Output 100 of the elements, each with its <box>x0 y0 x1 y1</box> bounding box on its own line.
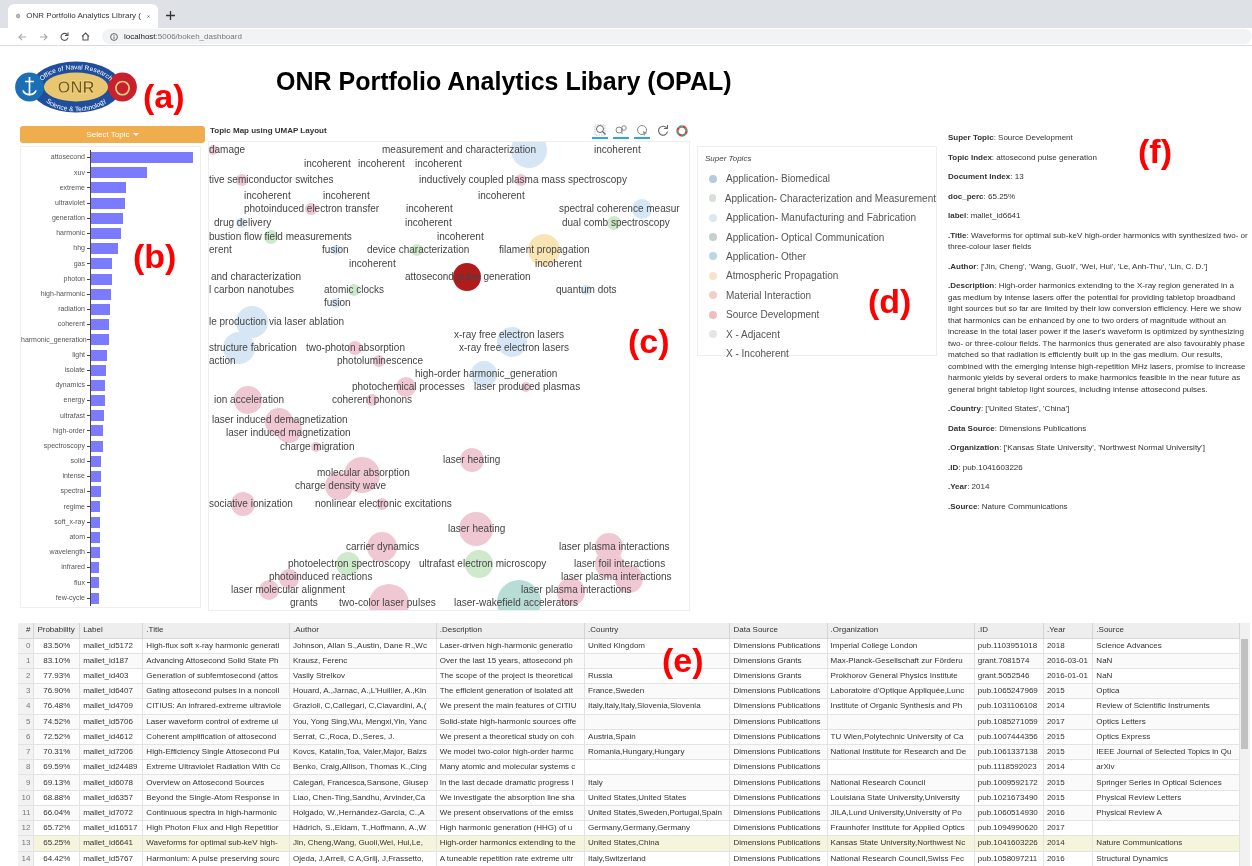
table-cell: National Research Council <box>827 774 975 791</box>
chart-bar <box>91 212 123 224</box>
caret-icon <box>132 133 139 136</box>
home-icon[interactable] <box>81 32 90 41</box>
address-bar[interactable]: localhost:5006/bokeh_dashboard <box>102 29 1252 44</box>
table-cell: Italy <box>584 774 730 791</box>
map-label: incoherent <box>478 190 525 202</box>
table-cell: Calegari, Francesca,Sansone, Giusep <box>289 774 437 791</box>
column-header[interactable]: .Title <box>142 623 290 638</box>
table-cell: TU Wien,Polytechnic University of Ca <box>827 729 975 745</box>
table-cell: NaN <box>1092 653 1240 669</box>
table-cell: Over the last 15 years, attosecond ph <box>436 653 585 669</box>
table-cell: We present a theoretical study on coh <box>436 729 585 745</box>
table-cell: Dimensions Publications <box>729 683 828 699</box>
legend-label: Application- Other <box>726 249 807 264</box>
tap-icon[interactable] <box>634 123 650 139</box>
table-cell: Science Advances <box>1092 638 1240 654</box>
map-label: incoherent <box>406 203 453 215</box>
new-tab-icon[interactable] <box>166 11 175 20</box>
detail-field: .Description: High-order harmonics extending to the X-ray region generated in a gas medium by intense lasers offer the potential for providing tabletop broadband light sources but so far are limited by their low conversion efficiency. Here we show that harmonics can be enhanced by one to two orders of magnitude without an increase in the total laser power if the laser's waveform is optimized by synthesizing two- or three-colour fields. The harmonics thus generated are also favourably phase matched so that radiation is efficiently built up in the gas medium. Our results, combined with the emerging intense high-repetition MHz lasers, promise to increase harmonic yields by several orders to make harmonics feasible in the near future as general bright tabletop light sources, including intense attosecond pulses. <box>948 280 1248 395</box>
table-cell: Dimensions Publications <box>729 805 828 821</box>
table-cell: Max-Planck-Gesellschaft zur Förderu <box>827 653 975 669</box>
table-cell: Many atomic and molecular systems c <box>436 759 585 775</box>
column-header[interactable]: Label <box>79 623 143 638</box>
table-cell: Holgado, W.,Hernández-García, C.,A <box>289 805 437 821</box>
column-header[interactable]: Probability <box>33 623 80 638</box>
table-cell: 66.04% <box>33 805 80 821</box>
wheel-zoom-icon[interactable] <box>613 123 629 139</box>
table-cell: CITIUS: An infrared-extreme ultraviole <box>142 698 290 715</box>
legend-label: X - Adjacent <box>726 327 780 342</box>
table-cell: Optics Express <box>1092 729 1240 745</box>
column-header[interactable]: .Organization <box>827 623 975 638</box>
map-label: inductively coupled plasma mass spectroscopy <box>419 174 627 186</box>
table-cell: High harmonic generation (HHG) of u <box>436 820 585 836</box>
table-cell: IEEE Journal of Selected Topics in Qu <box>1092 744 1240 760</box>
box-zoom-icon[interactable] <box>592 123 608 139</box>
map-label: photoelectron spectroscopy <box>288 558 411 570</box>
map-label: laser induced demagnetization <box>212 414 348 426</box>
table-cell: Prokhorov General Physics Institute <box>827 668 975 684</box>
table-cell: Dimensions Publications <box>729 744 828 760</box>
table-cell: Dimensions Grants <box>729 668 828 684</box>
map-label: molecular absorption <box>317 467 410 479</box>
map-label: laser heating <box>443 454 501 466</box>
chart-bar <box>91 425 103 437</box>
map-label: high-order harmonic_generation <box>415 368 558 380</box>
close-icon[interactable] <box>147 12 150 20</box>
table-cell: Dimensions Publications <box>729 759 828 775</box>
table-cell: 65.72% <box>33 820 80 836</box>
info-icon[interactable] <box>110 32 118 41</box>
reset-icon[interactable] <box>655 123 671 139</box>
table-cell: Liao, Chen-Ting,Sandhu, Arvinder,Ca <box>289 790 437 806</box>
column-header[interactable]: .Country <box>584 623 730 638</box>
map-label: l carbon nanotubes <box>209 284 295 296</box>
map-label: incoherent <box>323 190 370 202</box>
page-title: ONR Portfolio Analytics Libary (OPAL) <box>276 66 732 95</box>
chart-bar <box>91 167 147 179</box>
map-label: quantum dots <box>556 284 617 296</box>
table-cell: Institute of Organic Synthesis and Ph <box>827 698 975 715</box>
map-label: and characterization <box>211 271 302 283</box>
table-cell: Krausz, Ferenc <box>289 653 437 669</box>
map-label: coherent phonons <box>332 394 413 406</box>
chart-bar <box>91 258 112 270</box>
logo-text: ONR <box>57 77 95 97</box>
table-cell: pub.1094990620 <box>974 820 1044 836</box>
table-cell: Dimensions Publications <box>729 729 828 745</box>
column-header[interactable]: .ID <box>974 623 1044 638</box>
column-header[interactable]: .Author <box>289 623 437 638</box>
chart-bar <box>91 546 100 558</box>
table-cell: 2015 <box>1043 729 1093 745</box>
map-label: incoherent <box>535 258 582 270</box>
table-cell: Dimensions Publications <box>729 698 828 715</box>
chart-bar <box>91 577 99 589</box>
column-header[interactable]: # <box>18 623 34 638</box>
map-label: laser molecular alignment <box>231 584 345 596</box>
table-cell: Waveforms for optimal sub-keV high- <box>142 835 290 852</box>
map-label: incoherent <box>594 144 641 156</box>
map-label: drug delivery <box>214 217 272 229</box>
column-header[interactable]: .Year <box>1043 623 1093 638</box>
toolbar-logo-icon[interactable] <box>676 125 688 137</box>
column-header[interactable]: Data Source <box>729 623 828 638</box>
legend-label: Application- Manufacturing and Fabrication <box>726 211 917 226</box>
table-cell: pub.1103951018 <box>974 638 1044 654</box>
column-header[interactable]: .Source <box>1092 623 1240 638</box>
table-cell: mallet_id6407 <box>79 683 143 699</box>
scrollbar[interactable] <box>1240 623 1250 866</box>
table-cell: 2014 <box>1043 698 1093 715</box>
column-header[interactable]: .Description <box>436 623 585 638</box>
table-cell: 2017 <box>1043 820 1093 836</box>
map-label: erent <box>209 244 232 256</box>
map-label: laser induced magnetization <box>226 427 351 439</box>
chart-bar <box>91 410 104 422</box>
browser-tab[interactable]: ONR Portfolio Analytics Library ( <box>8 4 158 28</box>
map-label: ultrafast electron microscopy <box>419 558 547 570</box>
table-cell: High Photon Flux and High Repetitior <box>142 820 290 836</box>
chart-bar <box>91 379 105 391</box>
globe-icon <box>16 11 21 21</box>
table-cell: mallet_id187 <box>79 653 143 669</box>
map-label: charge migration <box>280 441 355 453</box>
table-cell: 83.50% <box>33 638 80 654</box>
reload-icon[interactable] <box>60 32 69 41</box>
